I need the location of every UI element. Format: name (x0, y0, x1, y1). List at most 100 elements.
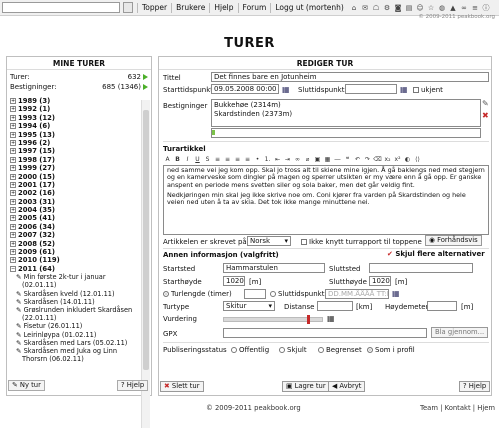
publish-public-radio[interactable]: Offentlig (231, 346, 269, 354)
title-input[interactable]: Det finnes bare en Jotunheim (211, 72, 489, 82)
year-row[interactable]: +1993 (12) (10, 114, 136, 122)
start-place-input[interactable]: Hammarstulen (223, 263, 325, 273)
end-time-input[interactable] (345, 84, 397, 94)
clear-format-icon[interactable]: ⌫ (373, 155, 382, 164)
publish-limited-radio[interactable]: Begrenset (318, 346, 362, 354)
expand-icon[interactable]: + (10, 215, 16, 222)
expand-icon[interactable]: + (10, 181, 16, 188)
end-height-input[interactable]: 1020 (369, 276, 391, 286)
mountain-icon[interactable]: ▲ (448, 3, 458, 13)
nav-logout[interactable]: Logg ut (mortenh) (270, 3, 348, 13)
year-row[interactable]: +2007 (32) (10, 231, 136, 239)
justify-icon[interactable]: ≡ (243, 155, 252, 164)
people-icon[interactable]: ☺ (415, 3, 425, 13)
year-row[interactable]: +1998 (17) (10, 156, 136, 164)
expand-icon[interactable]: + (10, 190, 16, 197)
chat-icon[interactable]: ☖ (371, 3, 381, 13)
tour-item[interactable]: ✎ Min første 2k-tur i januar (10, 273, 136, 281)
year-row[interactable]: +2002 (16) (10, 189, 136, 197)
calendar-icon[interactable]: ▦ (392, 289, 400, 298)
preview-button[interactable]: ◉ Forhåndsvis (425, 235, 482, 246)
year-row[interactable]: +2005 (41) (10, 214, 136, 222)
tour-item[interactable]: ✎ Skardåsen med Lars (05.02.11) (10, 339, 136, 347)
publish-hidden-radio[interactable]: Skjult (279, 346, 307, 354)
left-help-button[interactable]: ? Hjelp (117, 380, 149, 391)
year-row[interactable]: +2006 (34) (10, 223, 136, 231)
binoculars-icon[interactable]: ∞ (459, 3, 469, 13)
camera-icon[interactable]: ◙ (393, 3, 403, 13)
tour-item[interactable]: ✎ Skardåsen med Juka og Linn (10, 347, 136, 355)
no-link-checkbox[interactable]: Ikke knytt turrapport til toppene (301, 238, 422, 246)
year-row[interactable]: +1995 (13) (10, 131, 136, 139)
footer-link-contact[interactable]: Kontakt (445, 404, 471, 412)
expand-icon[interactable]: + (10, 98, 16, 104)
settings-icon[interactable]: ⚙ (382, 3, 392, 13)
tour-item[interactable]: ✎ Leirinløypa (01.02.11) (10, 331, 136, 339)
expand-icon[interactable]: + (10, 139, 16, 146)
unknown-checkbox[interactable]: ukjent (413, 86, 443, 94)
superscript-icon[interactable]: x² (393, 155, 402, 164)
delete-ascent-icon[interactable]: ✖ (482, 111, 489, 120)
tour-type-select[interactable]: Skitur ▾ (223, 301, 275, 311)
image-icon[interactable]: ▣ (313, 155, 322, 164)
collapse-icon[interactable]: − (10, 265, 16, 272)
unlink-icon[interactable]: ⌀ (303, 155, 312, 164)
align-left-icon[interactable]: ≡ (213, 155, 222, 164)
year-row[interactable]: +1996 (2) (10, 139, 136, 147)
year-row[interactable]: +2009 (61) (10, 248, 136, 256)
cancel-button[interactable]: ◀ Avbryt (328, 381, 366, 392)
calendar-icon[interactable]: ▦ (282, 85, 290, 94)
year-row[interactable]: +2000 (15) (10, 173, 136, 181)
number-list-icon[interactable]: 1. (263, 155, 272, 164)
search-input[interactable] (2, 2, 120, 13)
expand-icon[interactable]: + (10, 240, 16, 247)
italic-icon[interactable]: I (183, 155, 192, 164)
year-row[interactable]: +1989 (3) (10, 97, 136, 105)
hr-icon[interactable]: ― (333, 155, 342, 164)
bold-icon[interactable]: B (173, 155, 182, 164)
map-icon[interactable]: ▤ (404, 3, 414, 13)
calendar-icon[interactable]: ▦ (400, 85, 408, 94)
browse-button[interactable]: Bla gjennom... (431, 327, 489, 338)
expand-icon[interactable]: + (10, 249, 16, 256)
tour-item[interactable]: ✎ Skardåsen kveld (12.01.11) (10, 290, 136, 298)
align-center-icon[interactable]: ≡ (223, 155, 232, 164)
nav-forum[interactable]: Forum (237, 3, 271, 13)
end-time-radio[interactable]: Sluttidspunkt (270, 290, 324, 298)
info-icon[interactable]: ⓘ (481, 3, 491, 13)
expand-icon[interactable]: + (10, 173, 16, 180)
nav-topper[interactable]: Topper (137, 3, 171, 13)
year-row[interactable]: +2001 (17) (10, 181, 136, 189)
redo-icon[interactable]: ↷ (363, 155, 372, 164)
tours-arrow-icon[interactable] (143, 74, 148, 80)
align-right-icon[interactable]: ≡ (233, 155, 242, 164)
expand-icon[interactable]: + (10, 165, 16, 172)
bullet-list-icon[interactable]: • (253, 155, 262, 164)
expand-icon[interactable]: + (10, 123, 16, 130)
language-select[interactable]: Norsk ▾ (247, 236, 291, 246)
ascents-list[interactable]: Bukkehøe (2314m) Skardstinden (2373m) (211, 99, 481, 127)
home-icon[interactable]: ⌂ (349, 3, 359, 13)
save-tour-button[interactable]: ▣ Lagre tur (282, 381, 330, 392)
year-row[interactable]: +2004 (35) (10, 206, 136, 214)
expand-icon[interactable]: + (10, 131, 16, 138)
expand-icon[interactable]: + (10, 156, 16, 163)
expand-icon[interactable]: + (10, 232, 16, 239)
expand-icon[interactable]: + (10, 198, 16, 205)
duration-input[interactable] (244, 289, 266, 299)
gpx-file-input[interactable] (223, 328, 427, 338)
table-icon[interactable]: ▦ (323, 155, 332, 164)
tour-list-scrollbar[interactable] (141, 100, 150, 428)
quote-icon[interactable]: ❝ (343, 155, 352, 164)
ascent-item[interactable]: Bukkehøe (2314m) (214, 101, 480, 110)
article-editor[interactable]: ned samme vei jeg kom opp. Skal jo tross… (163, 165, 489, 235)
outdent-icon[interactable]: ⇤ (273, 155, 282, 164)
tour-item-date[interactable]: (22.01.11) (10, 314, 136, 322)
nav-brukere[interactable]: Brukere (171, 3, 209, 13)
duration-radio[interactable]: Turlengde (timer) (163, 290, 232, 298)
delete-tour-button[interactable]: ✖ Slett tur (160, 381, 204, 392)
color-icon[interactable]: ◐ (403, 155, 412, 164)
tour-item-date[interactable]: (02.01.11) (10, 281, 136, 289)
year-row[interactable]: +2003 (31) (10, 198, 136, 206)
tour-item[interactable]: ✎ Grøslrunden inkludert Skardåsen (10, 306, 136, 314)
